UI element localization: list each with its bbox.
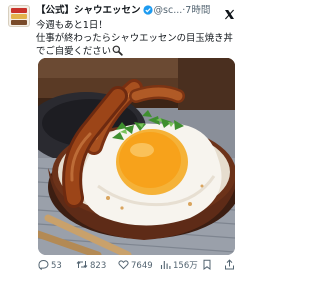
like-count: 7649: [131, 261, 153, 271]
tweet-text-line: 仕事が終わったらシャウエッセンの目玉焼き丼: [36, 33, 233, 44]
bookmark-button[interactable]: [202, 259, 214, 273]
tweet-text: 今週もあと1日！ 仕事が終わったらシャウエッセンの目玉焼き丼 でご自愛ください: [36, 19, 236, 60]
repost-button[interactable]: 823: [76, 259, 106, 273]
reply-count: 53: [51, 261, 62, 271]
post-image[interactable]: [38, 58, 235, 255]
author-name[interactable]: 【公式】シャウエッセン: [36, 5, 141, 16]
repost-icon: [76, 261, 90, 271]
x-logo-icon[interactable]: [224, 5, 235, 20]
author-handle[interactable]: @sc...: [154, 5, 183, 16]
tweet-text-line: 今週もあと1日！: [36, 20, 108, 31]
bookmark-icon: [202, 259, 214, 271]
verified-badge-icon: [142, 5, 153, 20]
like-button[interactable]: 7649: [118, 259, 153, 273]
views-icon: [160, 261, 173, 271]
repost-count: 823: [90, 261, 107, 271]
views-count: 156万: [173, 261, 198, 271]
like-icon: [118, 260, 131, 271]
tweet-text-line: でご自愛ください: [36, 46, 112, 57]
share-icon: [224, 259, 237, 271]
action-bar: 53 823 7649 156万: [38, 259, 238, 273]
reply-icon: [38, 259, 51, 271]
views-button[interactable]: 156万: [160, 259, 198, 273]
avatar[interactable]: [8, 5, 30, 27]
reply-button[interactable]: 53: [38, 259, 62, 273]
post-time[interactable]: 7時間: [185, 5, 210, 16]
share-button[interactable]: [224, 259, 237, 273]
tweet-card[interactable]: 【公式】シャウエッセン @sc...·7時間 今週もあと1日！ 仕事が終わったらシ…: [0, 0, 240, 282]
tweet-header: 【公式】シャウエッセン @sc...·7時間: [36, 4, 226, 18]
